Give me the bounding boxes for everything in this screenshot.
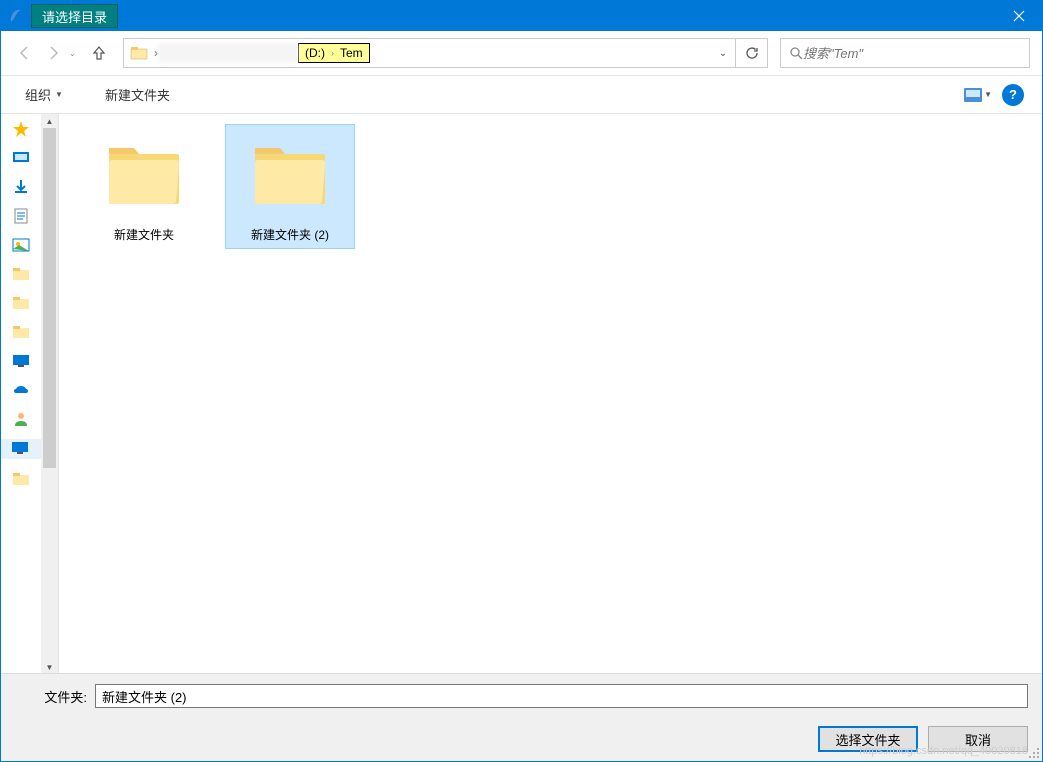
navbar: ⌄ › (D:) › Tem ⌄ — [1, 31, 1042, 76]
address-dropdown[interactable]: ⌄ — [711, 39, 735, 67]
folder-name-input[interactable] — [95, 684, 1028, 708]
downloads-icon[interactable] — [12, 178, 30, 196]
search-icon — [789, 46, 803, 60]
folder-large-icon — [245, 130, 335, 220]
app-icon — [1, 8, 31, 24]
watermark: https://blog.csdn.net/qq_40020818 — [859, 745, 1028, 757]
address-highlight: (D:) › Tem — [298, 43, 370, 63]
close-button[interactable] — [996, 1, 1042, 31]
address-bar[interactable]: › (D:) › Tem ⌄ — [123, 38, 768, 68]
folder-label: 新建文件夹 (2) — [251, 226, 329, 243]
up-button[interactable] — [87, 41, 111, 65]
folder-icon — [128, 42, 150, 64]
back-button[interactable] — [13, 41, 37, 65]
history-dropdown[interactable]: ⌄ — [69, 49, 83, 58]
scroll-up-arrow[interactable]: ▲ — [41, 114, 58, 128]
thispc-icon[interactable] — [12, 352, 30, 370]
new-folder-button[interactable]: 新建文件夹 — [99, 81, 176, 108]
folder-icon[interactable] — [12, 265, 30, 283]
organize-menu[interactable]: 组织 ▼ — [19, 81, 69, 108]
address-blurred — [158, 43, 298, 63]
help-button[interactable]: ? — [1002, 84, 1024, 106]
folder-item[interactable]: 新建文件夹 — [79, 124, 209, 249]
scroll-thumb[interactable] — [43, 128, 56, 468]
user-icon[interactable] — [12, 410, 30, 428]
documents-icon[interactable] — [12, 207, 30, 225]
sidebar-scrollbar[interactable]: ▲ ▼ — [41, 114, 58, 674]
folder-content[interactable]: 新建文件夹 新建文件夹 (2) — [59, 114, 1042, 674]
folder-field-label: 文件夹: — [15, 687, 95, 706]
folder-icon[interactable] — [12, 294, 30, 312]
scroll-down-arrow[interactable]: ▼ — [41, 660, 58, 674]
folder-label: 新建文件夹 — [114, 226, 174, 243]
main-area: ▲ ▼ 新建文件夹 新建文件夹 (2 — [1, 114, 1042, 674]
pictures-icon[interactable] — [12, 236, 30, 254]
view-button[interactable]: ▼ — [964, 88, 992, 102]
refresh-button[interactable] — [735, 39, 767, 67]
drive-label: (D:) — [305, 46, 325, 60]
breadcrumb-separator: › — [331, 48, 334, 58]
folder-icon[interactable] — [12, 470, 30, 488]
chevron-down-icon: ▼ — [984, 90, 992, 99]
onedrive-icon[interactable] — [12, 381, 30, 399]
titlebar: 请选择目录 — [1, 1, 1042, 31]
footer: 文件夹: 选择文件夹 取消 https://blog.csdn.net/qq_4… — [1, 673, 1042, 761]
sidebar-tree[interactable] — [1, 120, 41, 488]
search-input[interactable] — [803, 46, 1021, 61]
folder-name-row: 文件夹: — [15, 684, 1028, 708]
selected-sidebar-item[interactable] — [1, 439, 41, 459]
forward-button[interactable] — [41, 41, 65, 65]
toolbar: 组织 ▼ 新建文件夹 ▼ ? — [1, 76, 1042, 114]
search-box[interactable] — [780, 38, 1030, 68]
resize-grip[interactable] — [1028, 747, 1040, 759]
favorites-icon[interactable] — [12, 120, 30, 138]
folder-icon[interactable] — [12, 323, 30, 341]
organize-label: 组织 — [25, 85, 51, 104]
folder-large-icon — [99, 130, 189, 220]
window-title: 请选择目录 — [31, 4, 118, 28]
desktop-icon[interactable] — [12, 149, 30, 167]
chevron-down-icon: ▼ — [55, 90, 63, 99]
titlebar-left: 请选择目录 — [1, 1, 118, 31]
folder-item-selected[interactable]: 新建文件夹 (2) — [225, 124, 355, 249]
sidebar: ▲ ▼ — [1, 114, 59, 674]
folder-label: Tem — [340, 46, 363, 60]
